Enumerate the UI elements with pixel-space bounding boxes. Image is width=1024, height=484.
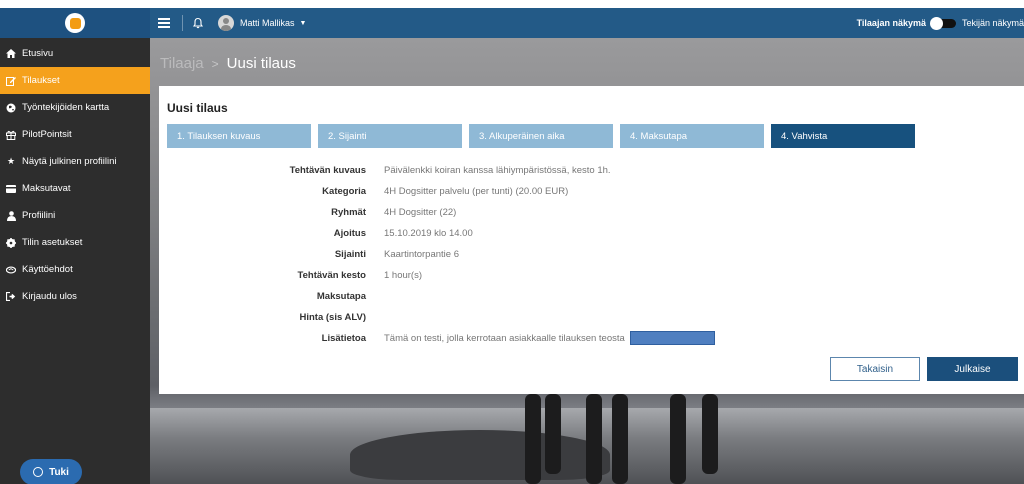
sidebar-item-kayttoehdot[interactable]: Käyttöehdot xyxy=(0,256,150,283)
detail-row: Ajoitus 15.10.2019 klo 14.00 xyxy=(159,225,859,241)
card-title: Uusi tilaus xyxy=(167,101,228,115)
star-icon: ★ xyxy=(6,156,16,166)
sidebar-item-label: Tilin asetukset xyxy=(22,237,83,248)
detail-row: Hinta (sis ALV) xyxy=(159,309,859,325)
detail-label: Lisätietoa xyxy=(321,332,366,344)
detail-label: Sijainti xyxy=(334,248,366,260)
detail-label: Tehtävän kesto xyxy=(297,269,366,281)
detail-value: 4H Dogsitter (22) xyxy=(384,206,457,218)
sidebar-item-label: PilotPointsit xyxy=(22,129,72,140)
figure-leg xyxy=(545,394,561,474)
sidebar-item-etusivu[interactable]: Etusivu xyxy=(0,40,150,67)
detail-value: 1 hour(s) xyxy=(384,269,423,281)
figure-leg xyxy=(670,394,686,484)
credit-card-icon xyxy=(6,184,16,194)
detail-value-wrap: Tämä on testi, jolla kerrotaan asiakkaal… xyxy=(384,331,715,345)
customer-view-label[interactable]: Tilaajan näkymä xyxy=(857,18,926,28)
sidebar-item-label: Maksutavat xyxy=(22,183,71,194)
sidebar-item-pilotpointsit[interactable]: PilotPointsit xyxy=(0,121,150,148)
view-toggle[interactable] xyxy=(929,16,956,30)
detail-label: Kategoria xyxy=(322,185,366,197)
breadcrumb-separator-icon: > xyxy=(211,56,219,71)
breadcrumb: Tilaaja > Uusi tilaus xyxy=(160,55,296,72)
figure-leg xyxy=(586,394,602,484)
gift-icon xyxy=(6,130,16,140)
sidebar-item-tilaukset[interactable]: Tilaukset xyxy=(0,67,150,94)
detail-value: 4H Dogsitter palvelu (per tunti) (20.00 … xyxy=(384,185,569,197)
sidebar-item-label: Työntekijöiden kartta xyxy=(22,102,110,113)
detail-value: Kaartintorpantie 6 xyxy=(384,248,459,260)
detail-value: Tämä on testi, jolla kerrotaan asiakkaal… xyxy=(384,332,625,344)
publish-button[interactable]: Julkaise xyxy=(927,357,1018,381)
edit-icon xyxy=(6,76,16,86)
redacted-text-block xyxy=(629,331,715,345)
step-confirm[interactable]: 4. Vahvista xyxy=(771,124,915,148)
detail-label: Ryhmät xyxy=(331,206,366,218)
bell-icon[interactable] xyxy=(192,17,204,29)
avatar[interactable] xyxy=(218,15,234,31)
logo-icon xyxy=(65,13,85,33)
detail-row: Maksutapa xyxy=(159,288,859,304)
detail-label: Maksutapa xyxy=(316,290,366,302)
divider xyxy=(182,15,183,31)
top-navbar: Matti Mallikas ▼ Tilaajan näkymä Tekijän… xyxy=(0,8,1024,38)
figure-leg xyxy=(702,394,718,474)
back-button[interactable]: Takaisin xyxy=(830,357,920,381)
detail-row: Sijainti Kaartintorpantie 6 xyxy=(159,246,859,262)
step-description[interactable]: 1. Tilauksen kuvaus xyxy=(167,124,311,148)
detail-row: Lisätietoa Tämä on testi, jolla kerrotaa… xyxy=(159,330,859,346)
wizard-steps: 1. Tilauksen kuvaus 2. Sijainti 3. Alkup… xyxy=(167,124,922,148)
home-icon xyxy=(6,49,16,59)
sidebar-item-label: Profiilini xyxy=(22,210,56,221)
sidebar-item-tilin-asetukset[interactable]: Tilin asetukset xyxy=(0,229,150,256)
worker-view-label[interactable]: Tekijän näkymä xyxy=(962,18,1024,28)
page-title: Uusi tilaus xyxy=(226,55,296,72)
sidebar-item-label: Kirjaudu ulos xyxy=(22,291,77,302)
sidebar-item-tyontekijoiden-kartta[interactable]: Työntekijöiden kartta xyxy=(0,94,150,121)
figure-leg xyxy=(612,394,628,484)
rock-shape xyxy=(350,430,610,480)
logo[interactable] xyxy=(0,8,150,38)
step-payment[interactable]: 4. Maksutapa xyxy=(620,124,764,148)
menu-toggle-icon[interactable] xyxy=(158,18,170,28)
globe-icon xyxy=(6,103,16,113)
support-button-label: Tuki xyxy=(49,466,69,478)
detail-value: 15.10.2019 klo 14.00 xyxy=(384,227,473,239)
user-menu[interactable]: Matti Mallikas xyxy=(240,18,295,28)
sidebar-item-kirjaudu-ulos[interactable]: Kirjaudu ulos xyxy=(0,283,150,310)
breadcrumb-parent[interactable]: Tilaaja xyxy=(160,55,204,72)
handshake-icon xyxy=(6,265,16,275)
user-icon xyxy=(6,210,16,221)
detail-row: Ryhmät 4H Dogsitter (22) xyxy=(159,204,859,220)
step-location[interactable]: 2. Sijainti xyxy=(318,124,462,148)
sidebar-item-label: Käyttöehdot xyxy=(22,264,73,275)
sidebar-item-label: Etusivu xyxy=(22,48,54,59)
sign-out-icon xyxy=(6,292,16,302)
sidebar-item-label: Näytä julkinen profiilini xyxy=(22,156,117,167)
step-time[interactable]: 3. Alkuperäinen aika xyxy=(469,124,613,148)
chevron-down-icon[interactable]: ▼ xyxy=(300,20,307,27)
sidebar-item-label: Tilaukset xyxy=(22,75,60,86)
detail-row: Tehtävän kuvaus Päivälenkki koiran kanss… xyxy=(159,162,859,178)
detail-label: Ajoitus xyxy=(333,227,366,239)
detail-row: Kategoria 4H Dogsitter palvelu (per tunt… xyxy=(159,183,859,199)
figure-leg xyxy=(525,394,541,484)
detail-label: Tehtävän kuvaus xyxy=(289,164,366,176)
sidebar: Etusivu Tilaukset Työntekijöiden kartta … xyxy=(0,38,150,484)
chat-bubble-icon xyxy=(33,467,44,477)
detail-row: Tehtävän kesto 1 hour(s) xyxy=(159,267,859,283)
order-card: Uusi tilaus 1. Tilauksen kuvaus 2. Sijai… xyxy=(159,86,1024,394)
sidebar-item-profiilini[interactable]: Profiilini xyxy=(0,202,150,229)
sidebar-item-maksutavat[interactable]: Maksutavat xyxy=(0,175,150,202)
sidebar-item-julkinen-profiili[interactable]: ★ Näytä julkinen profiilini xyxy=(0,148,150,175)
detail-value: Päivälenkki koiran kanssa lähiympäristös… xyxy=(384,164,611,176)
detail-label: Hinta (sis ALV) xyxy=(299,311,366,323)
support-button[interactable]: Tuki xyxy=(20,459,82,484)
cog-icon xyxy=(6,237,16,248)
